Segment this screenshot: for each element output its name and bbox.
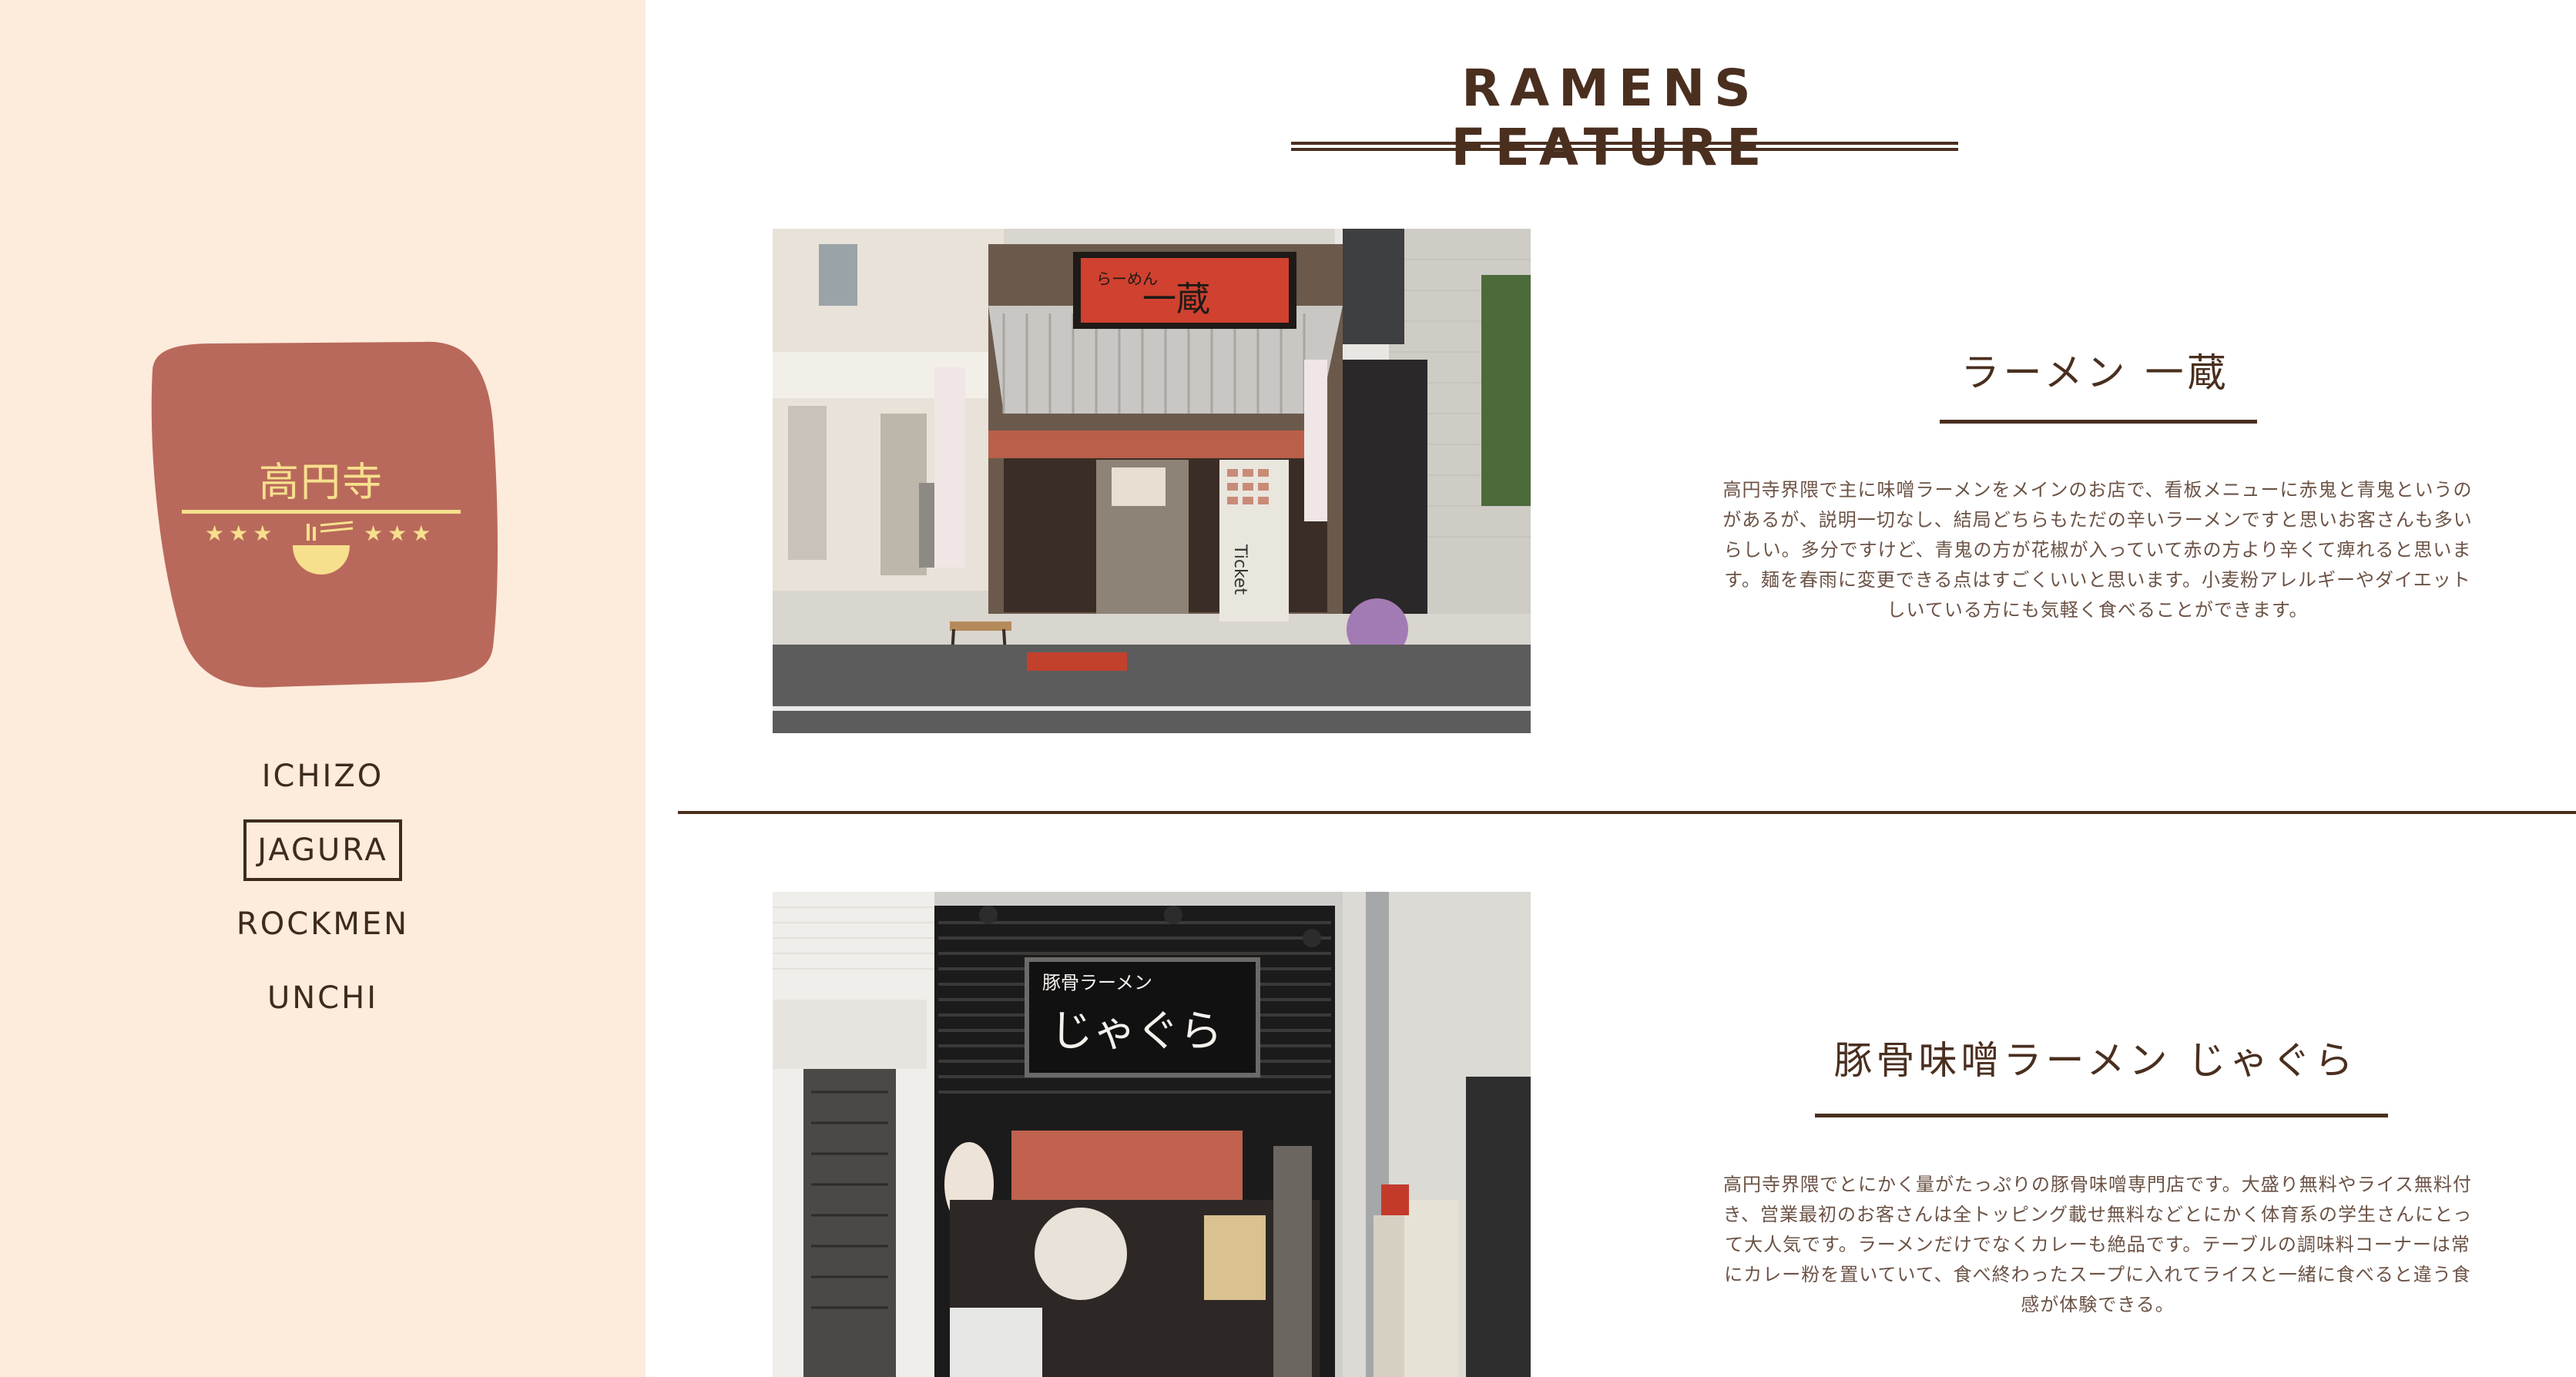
sign-top-text: 豚骨ラーメン [1042,972,1152,993]
stars-right: ★★★ [364,521,436,546]
sidebar-nav: ICHIZO JAGURA ROCKMEN UNCHI [0,739,646,1035]
nav-item-jagura[interactable]: JAGURA [0,813,646,887]
nav-label: JAGURA [243,819,402,881]
sidebar: 高円寺 ★★★ ★★★ ICHIZO JAGURA ROCKMEN UNCHI [0,0,646,1377]
shop-name-ichizo: ラーメン 一蔵 [1961,350,2230,395]
shop-description-jagura: 高円寺界隈でとにかく量がたっぷりの豚骨味噌専門店です。大盛り無料やライス無料付き… [1722,1174,2473,1315]
nav-label: UNCHI [267,980,378,1016]
logo-badge [151,341,498,688]
shop-name-underline [1940,420,2257,424]
shop-photo-ichizo: らーめん 一蔵 Ticket [773,229,1531,733]
ramen-bowl-icon [293,521,354,575]
section-divider [678,811,2576,814]
shop-name-underline [1815,1114,2388,1117]
logo-title: 高円寺 [258,460,384,506]
sign-text: 一蔵 [1142,280,1210,319]
shop-description-ichizo: 高円寺界隈で主に味噌ラーメンをメインのお店で、看板メニューに赤鬼と青鬼というのが… [1722,479,2473,621]
page-title: RAMENS FEATURE [1451,59,1771,177]
ticket-text: Ticket [1230,544,1249,595]
nav-item-rockmen[interactable]: ROCKMEN [0,887,646,961]
title-underline-2 [1291,148,1958,151]
nav-label: ROCKMEN [236,906,410,942]
nav-item-ichizo[interactable]: ICHIZO [0,739,646,813]
nav-item-unchi[interactable]: UNCHI [0,961,646,1035]
title-underline [1291,142,1958,145]
shop-photo-jagura: 豚骨ラーメン じゃぐら [773,892,1531,1377]
stars-left: ★★★ [205,521,277,546]
nav-label: ICHIZO [261,759,384,794]
logo-divider [182,510,461,514]
logo[interactable]: 高円寺 ★★★ ★★★ [145,339,498,690]
shop-name-jagura: 豚骨味噌ラーメン じゃぐら [1833,1038,2357,1083]
sign-text: じゃぐら [1050,1007,1223,1057]
